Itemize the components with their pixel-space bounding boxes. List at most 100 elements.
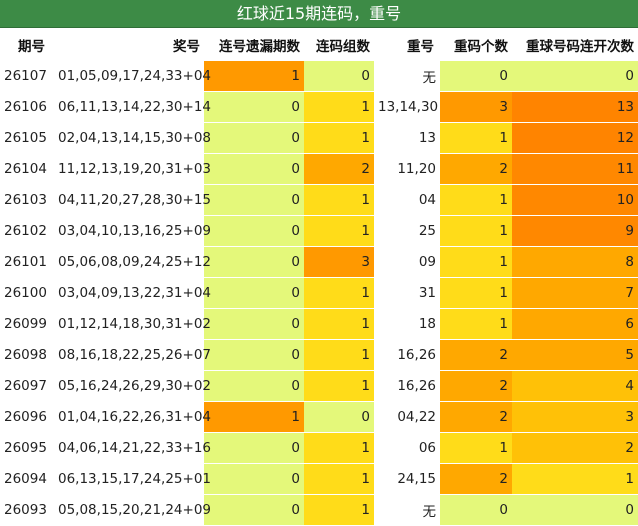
cell-miss: 0 [204,153,304,185]
cell-numbers: 05,16,24,26,29,30+02 [54,370,211,402]
cell-groups: 1 [304,308,374,340]
cell-groups: 0 [304,401,374,433]
cell-groups: 1 [304,277,374,309]
cell-streak: 7 [512,277,638,309]
cell-miss: 0 [204,370,304,402]
cell-period: 26104 [0,153,54,185]
cell-period: 26099 [0,308,54,340]
cell-miss: 0 [204,215,304,247]
cell-streak: 6 [512,308,638,340]
table-row: 26097 05,16,24,26,29,30+02 0 1 16,26 2 4 [0,370,638,402]
header-repeat: 重号 [374,29,440,61]
header-numbers: 奖号 [54,29,204,61]
table-row: 26094 06,13,15,17,24,25+01 0 1 24,15 2 1 [0,463,638,495]
table-row: 26096 01,04,16,22,26,31+04 1 0 04,22 2 3 [0,401,638,433]
cell-groups: 1 [304,184,374,216]
cell-groups: 1 [304,463,374,495]
cell-miss: 0 [204,246,304,278]
cell-repeat: 24,15 [374,463,440,495]
cell-groups: 3 [304,246,374,278]
cell-repeat: 16,26 [374,339,440,371]
cell-numbers: 03,04,09,13,22,31+04 [54,277,211,309]
header-groups: 连码组数 [304,29,374,61]
cell-period: 26100 [0,277,54,309]
header-period: 期号 [0,29,54,61]
table-row: 26100 03,04,09,13,22,31+04 0 1 31 1 7 [0,277,638,309]
cell-streak: 10 [512,184,638,216]
cell-period: 26095 [0,432,54,464]
cell-numbers: 01,05,09,17,24,33+04 [54,61,211,92]
table-row: 26107 01,05,09,17,24,33+04 1 0 无 0 0 [0,61,638,92]
table-row: 26101 05,06,08,09,24,25+12 0 3 09 1 8 [0,246,638,278]
cell-miss: 0 [204,122,304,154]
cell-period: 26097 [0,370,54,402]
cell-streak: 9 [512,215,638,247]
table-row: 26104 11,12,13,19,20,31+03 0 2 11,20 2 11 [0,153,638,185]
cell-groups: 1 [304,91,374,123]
header-rep-count: 重码个数 [440,29,512,61]
sheet-title: 红球近15期连码，重号 [0,0,638,28]
cell-repeat: 16,26 [374,370,440,402]
cell-miss: 0 [204,91,304,123]
cell-period: 26105 [0,122,54,154]
cell-numbers: 04,06,14,21,22,33+16 [54,432,211,464]
cell-period: 26102 [0,215,54,247]
cell-numbers: 02,04,13,14,15,30+08 [54,122,211,154]
cell-miss: 1 [204,61,304,92]
cell-streak: 2 [512,432,638,464]
cell-streak: 3 [512,401,638,433]
table-row: 26099 01,12,14,18,30,31+02 0 1 18 1 6 [0,308,638,340]
cell-repeat: 13 [374,122,440,154]
cell-groups: 1 [304,432,374,464]
cell-miss: 0 [204,308,304,340]
cell-numbers: 01,12,14,18,30,31+02 [54,308,211,340]
cell-repeat: 无 [374,61,440,92]
table-row: 26102 03,04,10,13,16,25+09 0 1 25 1 9 [0,215,638,247]
cell-miss: 0 [204,184,304,216]
cell-period: 26098 [0,339,54,371]
header-row: 期号 奖号 连号遗漏期数 连码组数 重号 重码个数 重球号码连开次数 [0,29,638,61]
cell-rep-count: 1 [440,277,512,309]
header-miss: 连号遗漏期数 [204,29,304,61]
cell-period: 26101 [0,246,54,278]
cell-numbers: 04,11,20,27,28,30+15 [54,184,211,216]
cell-groups: 1 [304,122,374,154]
cell-repeat: 09 [374,246,440,278]
cell-groups: 2 [304,153,374,185]
cell-groups: 1 [304,339,374,371]
cell-streak: 0 [512,61,638,92]
cell-streak: 4 [512,370,638,402]
cell-repeat: 13,14,30 [374,91,440,123]
cell-period: 26103 [0,184,54,216]
cell-repeat: 06 [374,432,440,464]
cell-period: 26107 [0,61,54,92]
cell-miss: 0 [204,463,304,495]
cell-streak: 12 [512,122,638,154]
cell-streak: 11 [512,153,638,185]
cell-miss: 0 [204,432,304,464]
table-row: 26106 06,11,13,14,22,30+14 0 1 13,14,30 3 13 [0,91,638,123]
table-row: 26105 02,04,13,14,15,30+08 0 1 13 1 12 [0,122,638,154]
cell-numbers: 05,06,08,09,24,25+12 [54,246,211,278]
cell-groups: 0 [304,61,374,92]
cell-rep-count: 0 [440,61,512,92]
cell-numbers: 06,13,15,17,24,25+01 [54,463,211,495]
cell-repeat: 11,20 [374,153,440,185]
cell-rep-count: 2 [440,339,512,371]
cell-period: 26096 [0,401,54,433]
table-row: 26098 08,16,18,22,25,26+07 0 1 16,26 2 5 [0,339,638,371]
table-row: 26095 04,06,14,21,22,33+16 0 1 06 1 2 [0,432,638,464]
cell-repeat: 04,22 [374,401,440,433]
cell-repeat: 31 [374,277,440,309]
cell-period: 26094 [0,463,54,495]
cell-repeat: 25 [374,215,440,247]
cell-rep-count: 1 [440,215,512,247]
cell-numbers: 06,11,13,14,22,30+14 [54,91,211,123]
cell-miss: 0 [204,277,304,309]
cell-numbers: 11,12,13,19,20,31+03 [54,153,211,185]
cell-rep-count: 1 [440,308,512,340]
cell-rep-count: 1 [440,184,512,216]
cell-groups: 1 [304,370,374,402]
header-streak: 重球号码连开次数 [512,29,638,61]
cell-rep-count: 1 [440,246,512,278]
